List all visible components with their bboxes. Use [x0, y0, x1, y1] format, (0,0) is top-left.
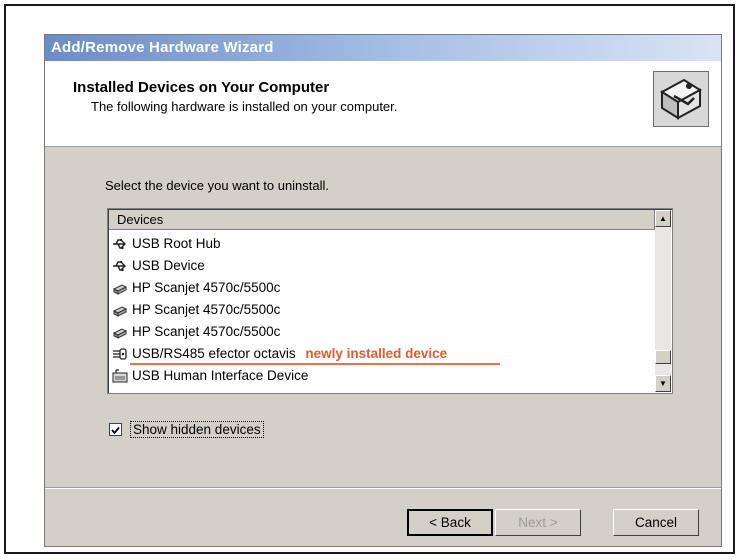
- scroll-thumb[interactable]: [655, 350, 671, 364]
- next-button[interactable]: Next >: [495, 509, 581, 536]
- instruction-text: Select the device you want to uninstall.: [105, 178, 330, 193]
- devices-column-header[interactable]: Devices: [109, 210, 655, 230]
- window-title: Add/Remove Hardware Wizard: [45, 35, 721, 61]
- page-title: Installed Devices on Your Computer: [73, 79, 330, 96]
- show-hidden-row[interactable]: Show hidden devices: [109, 421, 264, 438]
- device-label: USB Human Interface Device: [132, 368, 309, 383]
- arrow-down-icon: ▼: [659, 379, 667, 388]
- page-subtitle: The following hardware is installed on y…: [91, 99, 398, 114]
- list-item[interactable]: USB Root Hub: [110, 233, 655, 255]
- list-item[interactable]: HP Scanjet 4570c/5500c: [110, 277, 655, 299]
- hid-icon: [112, 368, 128, 384]
- device-label: HP Scanjet 4570c/5500c: [132, 302, 281, 317]
- serial-port-icon: [112, 346, 128, 362]
- device-label: USB Device: [132, 258, 205, 273]
- arrow-up-icon: ▲: [659, 214, 667, 223]
- hardware-wizard-icon: [653, 71, 709, 127]
- scroll-down-button[interactable]: ▼: [655, 375, 671, 392]
- show-hidden-label[interactable]: Show hidden devices: [130, 421, 264, 438]
- usb-icon: [112, 258, 128, 274]
- cancel-button[interactable]: Cancel: [613, 509, 699, 536]
- scroll-up-button[interactable]: ▲: [655, 210, 671, 227]
- device-label: HP Scanjet 4570c/5500c: [132, 324, 281, 339]
- back-button[interactable]: < Back: [407, 509, 493, 536]
- device-label: USB/RS485 efector octavis: [132, 346, 296, 361]
- list-item[interactable]: USB Device: [110, 255, 655, 277]
- vertical-scrollbar[interactable]: ▲ ▼: [655, 210, 671, 392]
- outer-frame: Add/Remove Hardware Wizard Installed Dev…: [4, 4, 735, 554]
- device-label: HP Scanjet 4570c/5500c: [132, 280, 281, 295]
- list-item[interactable]: HP Scanjet 4570c/5500c: [110, 299, 655, 321]
- device-items: USB Root Hub USB Device HP Scanjet 4570c…: [110, 233, 655, 387]
- scanner-icon: [112, 302, 128, 318]
- device-label: USB Root Hub: [132, 236, 221, 251]
- usb-icon: [112, 236, 128, 252]
- wizard-header: Installed Devices on Your Computer The f…: [45, 61, 721, 147]
- list-item[interactable]: USB/RS485 efector octavis newly installe…: [110, 343, 655, 365]
- checkmark-icon: [111, 426, 120, 435]
- separator: [45, 487, 721, 489]
- show-hidden-checkbox[interactable]: [109, 423, 122, 436]
- list-item[interactable]: USB Human Interface Device: [110, 365, 655, 387]
- wizard-dialog: Add/Remove Hardware Wizard Installed Dev…: [44, 34, 722, 547]
- new-device-annotation: newly installed device: [305, 346, 448, 361]
- list-item[interactable]: HP Scanjet 4570c/5500c: [110, 321, 655, 343]
- scanner-icon: [112, 324, 128, 340]
- scanner-icon: [112, 280, 128, 296]
- devices-listbox[interactable]: Devices USB Root Hub USB Device HP Scanj…: [107, 208, 673, 394]
